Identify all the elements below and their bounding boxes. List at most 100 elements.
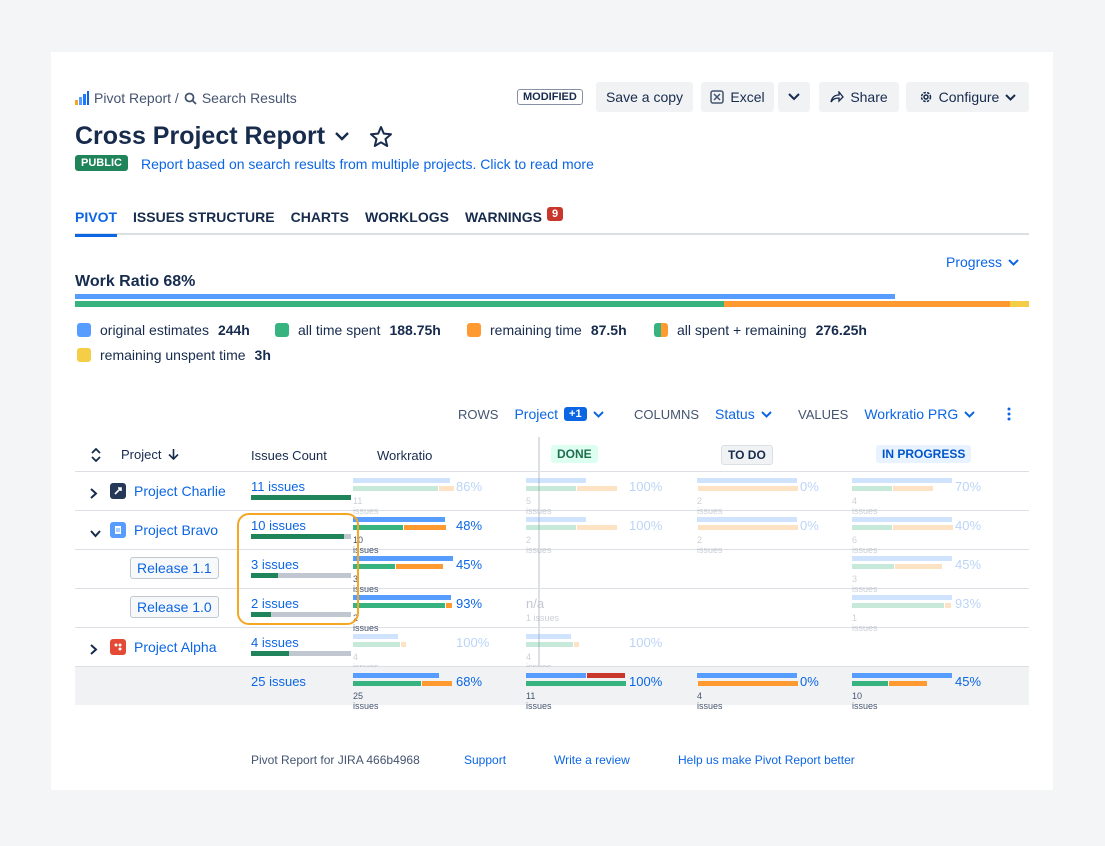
- footer-feedback-link[interactable]: Help us make Pivot Report better: [678, 753, 855, 767]
- search-icon: [184, 92, 197, 105]
- columns-control[interactable]: COLUMNS Status: [634, 406, 772, 422]
- share-icon: [830, 91, 845, 103]
- issues-subcount: 11 issues: [526, 691, 552, 711]
- time-spent-bar: [353, 603, 445, 608]
- time-spent-bar: [353, 486, 438, 491]
- expand-row-icon[interactable]: [90, 642, 98, 660]
- workratio-percent: 45%: [456, 557, 483, 572]
- tab-charts[interactable]: CHARTS: [291, 208, 349, 235]
- more-options-icon[interactable]: [1006, 407, 1012, 421]
- expand-row-icon[interactable]: [90, 486, 98, 504]
- chevron-down-icon: [788, 93, 800, 101]
- original-estimate-bar: [697, 478, 797, 483]
- legend-value: 188.75h: [389, 322, 441, 338]
- workratio-percent: 48%: [456, 518, 483, 533]
- save-copy-label: Save a copy: [605, 89, 684, 105]
- values-label: VALUES: [798, 406, 849, 422]
- footer-support-link[interactable]: Support: [464, 753, 506, 767]
- chevron-down-icon: [1008, 258, 1019, 266]
- issues-count-link[interactable]: 11 issues: [251, 479, 305, 494]
- values-control[interactable]: VALUES Workratio PRG: [798, 406, 975, 422]
- modified-lozenge: MODIFIED: [517, 89, 583, 105]
- page-title-row: Cross Project Report: [75, 122, 393, 151]
- tab-pivot[interactable]: PIVOT: [75, 208, 118, 237]
- project-column-header[interactable]: Project: [121, 447, 161, 462]
- rows-value: Project: [514, 406, 559, 422]
- project-name-link[interactable]: Project Bravo: [134, 522, 218, 538]
- tab-label: WORKLOGS: [364, 209, 449, 225]
- work-ratio-value: 68%: [163, 273, 196, 290]
- original-estimate-bar: [852, 556, 952, 561]
- remaining-time-bar: [577, 486, 617, 491]
- progress-dropdown[interactable]: Progress: [946, 254, 1019, 270]
- original-estimate-bar: [353, 673, 439, 678]
- time-spent-bar: [526, 681, 626, 686]
- chevron-down-icon[interactable]: [335, 132, 349, 141]
- breadcrumb-root[interactable]: Pivot Report /: [94, 90, 179, 106]
- excel-options-button[interactable]: [778, 82, 810, 112]
- original-estimate-bar: [353, 595, 451, 600]
- footer-review-link[interactable]: Write a review: [554, 753, 630, 767]
- original-estimate-bar: [852, 517, 952, 522]
- footer-version: Pivot Report for JIRA 466b4968: [251, 753, 420, 767]
- time-spent-bar: [75, 301, 724, 307]
- workratio-percent: 0%: [800, 479, 819, 494]
- expand-collapse-all-icon[interactable]: [91, 448, 101, 462]
- overrun-bar: [587, 673, 625, 678]
- tab-issues-structure[interactable]: ISSUES STRUCTURE: [133, 208, 275, 235]
- report-description-link[interactable]: Report based on search results from mult…: [141, 156, 594, 172]
- project-name-link[interactable]: Project Charlie: [134, 483, 226, 499]
- original-estimate-bar: [697, 517, 797, 522]
- tab-label: CHARTS: [290, 209, 349, 225]
- workratio-percent: 68%: [456, 674, 483, 689]
- remaining-time-bar: [698, 525, 798, 530]
- save-copy-button[interactable]: Save a copy: [596, 82, 693, 112]
- star-icon[interactable]: [369, 125, 393, 149]
- rocket-icon: [110, 483, 126, 499]
- legend-value: 3h: [254, 347, 271, 363]
- total-issues-link[interactable]: 25 issues: [251, 674, 306, 689]
- issues-count-link[interactable]: 4 issues: [251, 635, 299, 650]
- time-spent-bar: [852, 525, 892, 530]
- tab-label: WARNINGS: [464, 209, 542, 225]
- release-tag[interactable]: Release 1.1: [130, 557, 219, 579]
- work-ratio-heading: Work Ratio 68%: [75, 273, 195, 291]
- done-na-value: n/a: [526, 596, 545, 611]
- tab-warnings[interactable]: WARNINGS 9: [464, 207, 564, 235]
- share-button[interactable]: Share: [819, 82, 899, 112]
- legend-value: 87.5h: [590, 322, 627, 338]
- time-spent-bar: [353, 525, 403, 530]
- collapse-row-icon[interactable]: [90, 525, 101, 543]
- original-estimate-bar: [526, 673, 586, 678]
- breadcrumb-current[interactable]: Search Results: [202, 90, 297, 106]
- issues-count-column-header: Issues Count: [251, 448, 327, 463]
- columns-label: COLUMNS: [634, 406, 700, 422]
- time-spent-bar: [353, 642, 400, 647]
- legend-original: original estimates 244h: [77, 322, 250, 338]
- project-name-link[interactable]: Project Alpha: [134, 639, 217, 655]
- remaining-time-bar: [577, 525, 617, 530]
- configure-button[interactable]: Configure: [906, 82, 1029, 112]
- excel-label: Excel: [730, 89, 765, 105]
- workratio-percent: 100%: [629, 674, 663, 689]
- rows-control[interactable]: ROWS Project +1: [458, 406, 604, 422]
- warnings-count-badge: 9: [546, 207, 564, 221]
- time-spent-bar: [852, 486, 892, 491]
- excel-button[interactable]: Excel: [701, 82, 774, 112]
- status-in-progress-header: IN PROGRESS: [876, 445, 972, 463]
- chevron-down-icon: [761, 410, 772, 418]
- workratio-column-header: Workratio: [377, 448, 433, 463]
- legend-label: remaining time: [490, 322, 582, 338]
- share-label: Share: [850, 89, 888, 105]
- progress-dropdown-label: Progress: [946, 254, 1003, 270]
- workratio-percent: 100%: [629, 479, 663, 494]
- tab-worklogs[interactable]: WORKLOGS: [365, 208, 449, 235]
- original-estimate-bar: [697, 673, 797, 678]
- configure-label: Configure: [938, 89, 1000, 105]
- sort-down-icon[interactable]: [168, 448, 179, 460]
- release-tag[interactable]: Release 1.0: [130, 596, 219, 618]
- legend-label: all spent + remaining: [677, 322, 807, 338]
- original-estimate-bar: [526, 478, 586, 483]
- original-estimate-bar: [526, 517, 586, 522]
- workratio-percent: 45%: [955, 557, 982, 572]
